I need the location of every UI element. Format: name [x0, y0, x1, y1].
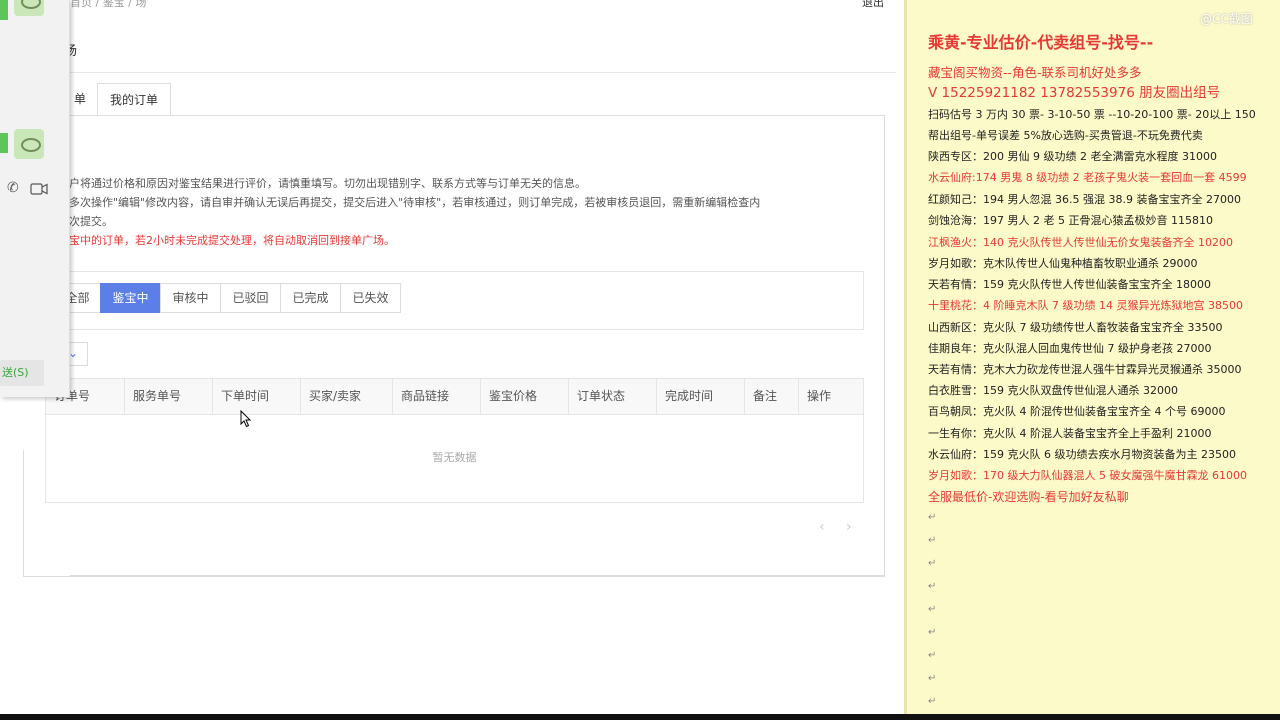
doc-line: 山西新区：克火队 7 级功绩传世人畜牧装备宝宝齐全 33500	[928, 321, 1223, 334]
card-border-left	[23, 450, 24, 577]
doc-line: 扫码估号 3 万内 30 票- 3-10-50 票 --10-20-100 票-…	[928, 108, 1256, 121]
paragraph-mark: ↵	[928, 696, 937, 707]
paragraph-mark: ↵	[928, 627, 937, 638]
doc-line-title: 乘黄-专业估价-代卖组号-找号--	[928, 33, 1154, 52]
doc-line: 红颜知己：194 男人忽混 36.5 强混 38.9 装备宝宝齐全 27000	[928, 193, 1241, 206]
filter-expired[interactable]: 已失效	[340, 283, 401, 313]
notice-line-1: 用户将通过价格和原因对鉴宝结果进行评价，请慎重填写。切勿出现错别字、联系方式等与…	[58, 177, 586, 190]
card-border-bottom	[23, 576, 885, 577]
col-appraisal-price: 鉴宝价格	[481, 379, 569, 414]
breadcrumb: 首页 / 鉴宝 / 场	[70, 0, 147, 9]
notice-line-2: 可多次操作"编辑"修改内容，请自审并确认无误后再提交，提交后进入"待审核"，若审…	[58, 196, 761, 209]
doc-line-contact: V 15225921182 13782553976 朋友圈出组号	[928, 85, 1221, 101]
col-buyer-seller: 买家/卖家	[301, 379, 393, 414]
doc-line: 岁月如歌：170 级大力队仙器混人 5 破女魔强牛魔甘霖龙 61000	[928, 469, 1247, 482]
filter-appraising[interactable]: 鉴宝中	[100, 283, 161, 313]
doc-line: 剑蚀沧海：197 男人 2 老 5 正骨混心猿孟极妙音 115810	[928, 214, 1213, 227]
paragraph-mark: ↵	[928, 581, 937, 592]
col-actions: 操作	[807, 389, 832, 403]
filter-reviewing[interactable]: 审核中	[160, 283, 221, 313]
doc-line: 天若有情：克木大力砍龙传世混人强牛甘霖异光灵猴通杀 35000	[928, 363, 1242, 376]
filter-rejected[interactable]: 已驳回	[220, 283, 281, 313]
col-order-time: 下单时间	[213, 379, 301, 414]
doc-line: 佳期良年：克火队混人回血鬼传世仙 7 级护身老孩 27000	[928, 342, 1212, 355]
paragraph-mark: ↵	[928, 558, 937, 569]
send-button[interactable]: 送(S)	[0, 360, 44, 386]
paragraph-mark: ↵	[928, 535, 937, 546]
next-page-button[interactable]: ›	[846, 519, 852, 535]
col-complete-time: 完成时间	[657, 379, 745, 414]
paragraph-mark: ↵	[928, 604, 937, 615]
doc-line: 陕西专区：200 男仙 9 级功绩 2 老全满雷克水程度 31000	[928, 150, 1217, 163]
document-left-border	[904, 0, 907, 714]
doc-line: 水云仙府:174 男鬼 8 级功绩 2 老孩子鬼火装一套回血一套 4599	[928, 171, 1247, 184]
orders-table: 订单号 服务单号 下单时间 买家/卖家 商品链接 鉴宝价格 订单状态 完成时间 …	[45, 378, 864, 503]
doc-line: 藏宝阁买物资--角色-联系司机好处多多	[928, 65, 1142, 80]
doc-line: 一生有你：克火队 4 阶混人装备宝宝齐全上手盈利 21000	[928, 427, 1212, 440]
notice-warning: 鉴宝中的订单，若2小时未完成提交处理，将自动取消回到接单广场。	[58, 234, 395, 247]
phone-icon[interactable]: ✆	[7, 180, 19, 196]
doc-line: 十里桃花：4 阶睡克木队 7 级功绩 14 灵猴异光炼狱地宫 38500	[928, 299, 1243, 312]
doc-line: 百鸟朝凤：克火队 4 阶混传世仙装备宝宝齐全 4 个号 69000	[928, 405, 1226, 418]
avatar[interactable]	[14, 0, 44, 16]
video-camera-icon[interactable]	[30, 183, 48, 195]
doc-line: 全服最低价-欢迎选购-看号加好友私聊	[928, 490, 1129, 504]
col-product-link: 商品链接	[393, 379, 481, 414]
unread-indicator	[0, 133, 8, 153]
order-app: 首页 / 鉴宝 / 场 退出 场 单 我的订单 ： 用户将通过价格和原因对鉴宝结…	[0, 0, 904, 714]
col-order-status: 订单状态	[569, 379, 657, 414]
doc-line: 帮出组号-单号误差 5%放心选购-买贵管退-不玩免费代卖	[928, 129, 1203, 142]
mouse-cursor-icon	[240, 410, 252, 428]
unread-indicator	[0, 0, 8, 20]
header-divider	[70, 72, 896, 73]
empty-state: 暂无数据	[432, 451, 477, 464]
paragraph-mark: ↵	[928, 512, 937, 523]
col-service-no: 服务单号	[125, 379, 213, 414]
avatar[interactable]	[14, 129, 44, 159]
taskbar-edge	[0, 714, 1280, 720]
doc-line: 岁月如歌：克木队传世人仙鬼种植畜牧职业通杀 29000	[928, 257, 1198, 270]
col-remark: 备注	[745, 379, 799, 414]
doc-line: 天若有情：159 克火队传世人传世仙装备宝宝齐全 18000	[928, 278, 1211, 291]
tab-my-orders[interactable]: 我的订单	[97, 83, 171, 116]
doc-line: 白衣胜雪：159 克火队双盘传世仙混人通杀 32000	[928, 384, 1178, 397]
chat-side-panel: ✆ 送(S)	[0, 0, 70, 397]
filter-completed[interactable]: 已完成	[280, 283, 341, 313]
table-header: 订单号 服务单号 下单时间 买家/卖家 商品链接 鉴宝价格 订单状态 完成时间 …	[46, 379, 863, 415]
screenshot-watermark: @CC截图	[1200, 12, 1253, 26]
logout-link[interactable]: 退出	[862, 0, 890, 9]
paragraph-mark: ↵	[928, 650, 937, 661]
doc-line: 水云仙府：159 克火队 6 级功绩去疾水月物资装备为主 23500	[928, 448, 1236, 461]
prev-page-button[interactable]: ‹	[819, 519, 825, 535]
paragraph-mark: ↵	[928, 673, 937, 684]
doc-line: 江枫渔火：140 克火队传世人传世仙无价女鬼装备齐全 10200	[928, 236, 1233, 249]
